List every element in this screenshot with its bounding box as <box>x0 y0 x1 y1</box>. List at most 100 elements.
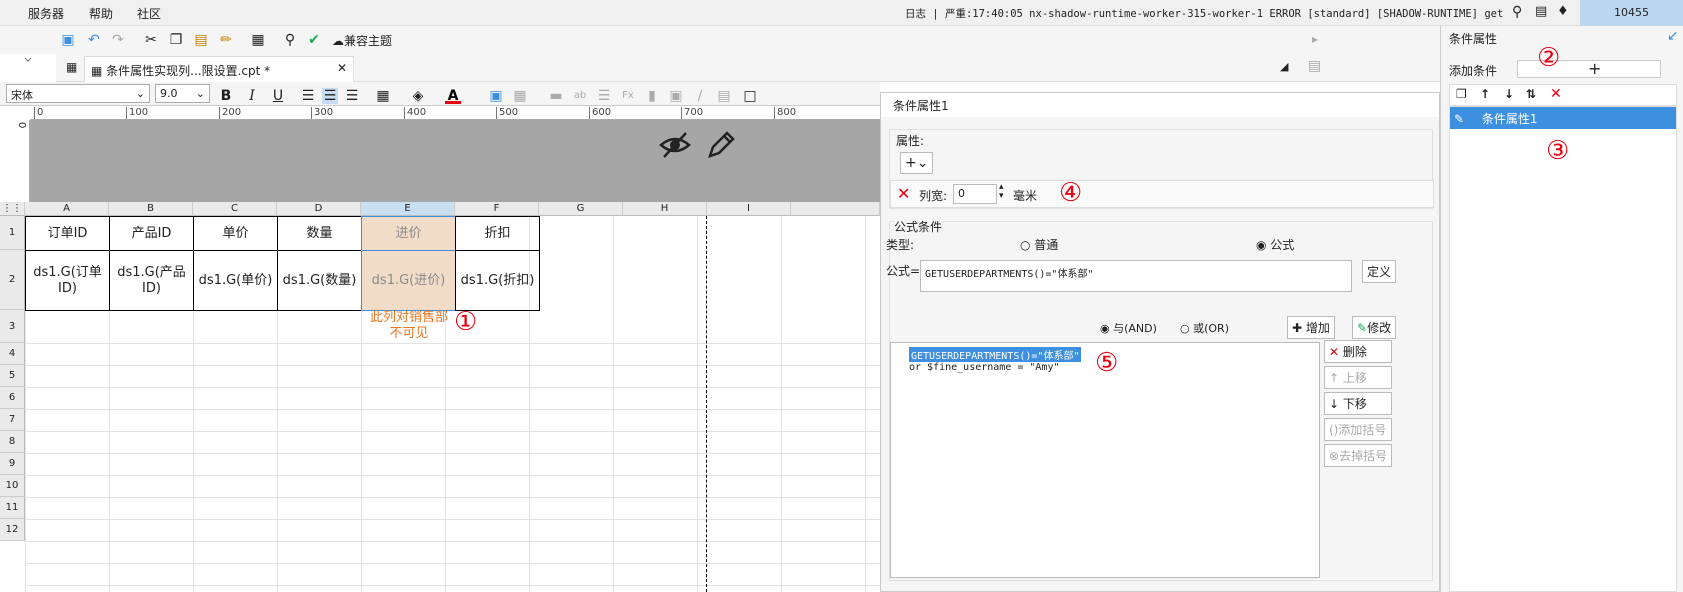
delete-icon[interactable]: ✕ <box>1550 86 1562 102</box>
format-brush-icon[interactable]: ✏ <box>218 32 234 48</box>
file-tab[interactable]: ▦ 条件属性实现列...限设置.cpt * ✕ <box>84 56 354 82</box>
arrow-down-icon[interactable]: ↓ <box>1504 87 1514 101</box>
select-all-corner[interactable]: ⋮⋮ <box>0 202 25 216</box>
column-header[interactable]: A <box>25 202 109 216</box>
chart-icon[interactable]: ▮ <box>644 88 660 104</box>
colwidth-input[interactable]: 0 <box>953 184 997 204</box>
check-icon[interactable]: ✔ <box>306 32 322 48</box>
formula-icon[interactable]: Fx <box>620 88 636 104</box>
pencil-icon[interactable] <box>706 128 736 160</box>
save-icon[interactable]: ▣ <box>60 32 76 48</box>
search-template-icon[interactable]: ⚲ <box>282 32 298 48</box>
row-header[interactable]: 2 <box>0 250 25 310</box>
table-cell[interactable]: 数量 <box>277 216 362 251</box>
row-header[interactable]: 11 <box>0 497 25 519</box>
underline-icon[interactable]: U <box>270 88 286 104</box>
column-header[interactable]: C <box>193 202 277 216</box>
define-button[interactable]: 定义 <box>1362 260 1397 283</box>
formula-input[interactable]: GETUSERDEPARTMENTS()="体系部" <box>920 260 1352 292</box>
menu-help[interactable]: 帮助 <box>89 5 113 22</box>
table-cell-selected[interactable]: 进价 <box>361 216 456 251</box>
image-icon[interactable]: ▣ <box>668 88 684 104</box>
slash-icon[interactable]: ∕ <box>692 88 708 104</box>
notes-icon[interactable]: ▤ <box>1535 4 1547 19</box>
remove-property-icon[interactable]: ✕ <box>897 184 910 203</box>
table-cell[interactable]: 产品ID <box>109 216 194 251</box>
align-left-icon[interactable]: ☰ <box>300 88 316 104</box>
column-header[interactable]: F <box>455 202 539 216</box>
border-icon[interactable]: ▦ <box>375 88 391 104</box>
undo-icon[interactable]: ↶ <box>86 32 102 48</box>
compat-theme-button[interactable]: ☁兼容主题 <box>332 32 392 49</box>
grid-icon[interactable]: ▦ <box>66 60 77 74</box>
condition-list[interactable]: GETUSERDEPARTMENTS()="体系部" or $fine_user… <box>890 342 1320 578</box>
collapse-arrow-icon[interactable]: ▸ <box>1312 32 1318 46</box>
row-header[interactable]: 4 <box>0 343 25 365</box>
search-icon[interactable]: ⚲ <box>1512 4 1522 20</box>
row-header[interactable]: 6 <box>0 387 25 409</box>
split-cell-icon[interactable]: ▦ <box>512 88 528 104</box>
paste-icon[interactable]: ▤ <box>193 32 209 48</box>
or-radio[interactable]: ○ 或(OR) <box>1180 320 1229 336</box>
remove-bracket-button[interactable]: ⊗去掉括号 <box>1324 444 1392 467</box>
pin-icon[interactable]: ◢ <box>1280 60 1288 73</box>
column-header[interactable]: B <box>109 202 193 216</box>
row-header[interactable]: 1 <box>0 216 25 250</box>
cut-icon[interactable]: ✂ <box>143 32 159 48</box>
arrow-diag-icon[interactable]: ↙ <box>1667 28 1679 44</box>
table-cell[interactable]: 折扣 <box>455 216 540 251</box>
widget-icon[interactable]: ▤ <box>1308 58 1321 74</box>
row-header[interactable]: 3 <box>0 310 25 343</box>
move-down-button[interactable]: ↓ 下移 <box>1324 392 1392 415</box>
type-normal-radio[interactable]: ○ 普通 <box>1020 236 1058 253</box>
subreport-icon[interactable]: ▤ <box>716 88 732 104</box>
italic-icon[interactable]: I <box>244 88 260 104</box>
align-right-icon[interactable]: ☰ <box>344 88 360 104</box>
and-radio[interactable]: ◉ 与(AND) <box>1100 320 1157 336</box>
table-cell[interactable]: ds1.G(折扣) <box>455 250 540 311</box>
table-cell[interactable]: ds1.G(产品ID) <box>109 250 194 311</box>
stepper-icon[interactable]: ▴ ▾ <box>999 183 1004 201</box>
delete-button[interactable]: ✕ 删除 <box>1324 340 1392 363</box>
row-header[interactable]: 9 <box>0 453 25 475</box>
fill-color-icon[interactable]: ◈ <box>410 88 426 104</box>
merge-cell-icon[interactable]: ▣ <box>488 88 504 104</box>
menu-server[interactable]: 服务器 <box>28 5 64 22</box>
font-select[interactable]: 宋体 ⌄ <box>6 84 150 103</box>
text-icon[interactable]: ab <box>572 88 588 104</box>
type-formula-radio[interactable]: ◉ 公式 <box>1256 236 1294 253</box>
table-cell[interactable]: ds1.G(数量) <box>277 250 362 311</box>
log-status-line[interactable]: 日志 | 严重:17:40:05 nx-shadow-runtime-worke… <box>905 6 1505 21</box>
bold-icon[interactable]: B <box>218 88 234 104</box>
row-header[interactable]: 10 <box>0 475 25 497</box>
table-cell[interactable]: 单价 <box>193 216 278 251</box>
page-header-area[interactable] <box>30 120 880 202</box>
move-up-button[interactable]: ↑ 上移 <box>1324 366 1392 389</box>
align-center-icon[interactable]: ☰ <box>322 88 338 104</box>
column-header[interactable]: G <box>539 202 623 216</box>
redo-icon[interactable]: ↷ <box>110 32 126 48</box>
add-property-button[interactable]: +⌄ <box>900 152 934 174</box>
font-color-icon[interactable]: A <box>445 88 461 104</box>
sort-icon[interactable]: ⇅ <box>1526 87 1536 101</box>
list-item-selected[interactable]: GETUSERDEPARTMENTS()="体系部" <box>909 347 1082 362</box>
column-header[interactable] <box>791 202 880 216</box>
table-cell[interactable]: 订单ID <box>25 216 110 251</box>
eye-slash-icon[interactable] <box>658 130 692 160</box>
column-header-selected[interactable]: E <box>361 202 455 216</box>
font-size-select[interactable]: 9.0 ⌄ <box>155 84 210 103</box>
menu-community[interactable]: 社区 <box>137 5 161 22</box>
add-button[interactable]: ✚ 增加 <box>1287 316 1335 339</box>
list-item-selected[interactable]: ✎ 条件属性1 <box>1450 107 1676 129</box>
copy-icon[interactable]: ❐ <box>168 32 184 48</box>
column-header[interactable]: I <box>707 202 791 216</box>
arrow-up-icon[interactable]: ↑ <box>1480 87 1490 101</box>
column-header[interactable]: H <box>623 202 707 216</box>
row-header[interactable]: 8 <box>0 431 25 453</box>
spreadsheet-grid[interactable]: ⋮⋮ A B C D E F G H I 1 2 3 4 5 6 7 8 9 1… <box>0 202 880 592</box>
insert-row-icon[interactable]: ▬ <box>548 88 564 104</box>
plus-icon[interactable]: + <box>1588 59 1601 78</box>
close-tab-icon[interactable]: ✕ <box>337 61 347 75</box>
frame-icon[interactable]: □ <box>742 88 758 104</box>
copy-icon[interactable]: ❐ <box>1456 87 1467 101</box>
